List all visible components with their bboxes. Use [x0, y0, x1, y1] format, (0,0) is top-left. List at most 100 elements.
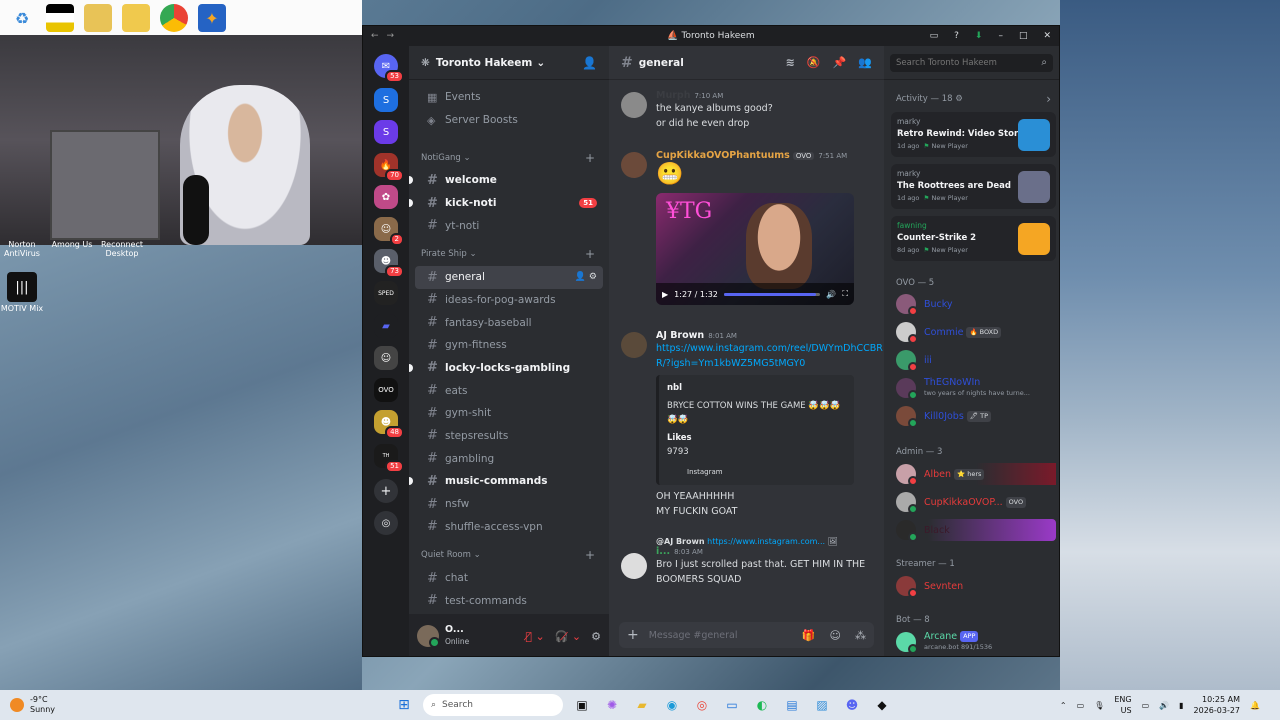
message-composer[interactable]: + Message #general 🎁 ☺ ⁂: [619, 622, 874, 648]
channel-settings-icon[interactable]: 👤 ⚙: [575, 272, 597, 282]
fullscreen-icon[interactable]: ⛶: [842, 289, 848, 299]
category-notigang[interactable]: NotiGang ⌄ +: [409, 146, 609, 169]
server-icon[interactable]: OVO: [374, 378, 398, 402]
volume-icon[interactable]: 🔊: [1159, 701, 1169, 710]
server-icon[interactable]: 🔥 70: [374, 153, 404, 182]
discover-icon[interactable]: ◎: [374, 511, 398, 535]
member-item[interactable]: iii: [896, 349, 1056, 372]
message-author[interactable]: AJ Brown: [656, 330, 704, 341]
chrome-icon[interactable]: [160, 4, 188, 32]
activity-card[interactable]: marky The Roottrees are Dead 1d ago ⚑ Ne…: [891, 164, 1056, 209]
emoji-icon[interactable]: ☺: [830, 629, 841, 642]
channel-fantasy-baseball[interactable]: # fantasy-baseball: [415, 311, 603, 334]
monitor-icon[interactable]: ▭: [1142, 701, 1150, 710]
search-input[interactable]: [890, 54, 1053, 72]
edge-icon[interactable]: ◉: [661, 694, 683, 716]
gift-icon[interactable]: 🎁: [802, 629, 816, 642]
forward-arrow-icon[interactable]: →: [387, 31, 395, 41]
channel-general[interactable]: # general 👤 ⚙: [415, 265, 603, 289]
maximize-button[interactable]: □: [1019, 31, 1028, 41]
message-author[interactable]: i...: [656, 546, 670, 557]
flag-icon[interactable]: [46, 4, 74, 32]
server-icon[interactable]: TH 51: [374, 444, 404, 473]
server-header[interactable]: ❋ Toronto Hakeem ⌄ 👤: [409, 46, 609, 80]
app-icon[interactable]: ◆: [871, 694, 893, 716]
channel-welcome[interactable]: # welcome: [409, 169, 603, 192]
pin-icon[interactable]: 📌: [833, 56, 847, 69]
task-view-icon[interactable]: ▣: [571, 694, 593, 716]
channel-yt-noti[interactable]: # yt-noti: [415, 214, 603, 237]
close-button[interactable]: ✕: [1043, 31, 1051, 41]
category-pirate-ship[interactable]: Pirate Ship ⌄ +: [409, 243, 609, 266]
discord-icon[interactable]: ☻: [841, 694, 863, 716]
taskbar-search[interactable]: ⌕ Search: [423, 694, 563, 716]
activity-header[interactable]: Activity — 18 ⚙ ›: [896, 92, 1053, 106]
activity-card[interactable]: fawning Counter-Strike 2 8d ago ⚑ New Pl…: [891, 216, 1056, 261]
chevron-right-icon[interactable]: ›: [1046, 92, 1051, 106]
play-icon[interactable]: ▶: [662, 290, 668, 299]
back-arrow-icon[interactable]: ←: [371, 31, 379, 41]
member-item[interactable]: Arcane APP arcane.bot 891/1536: [896, 631, 1056, 654]
apps-icon[interactable]: ⁂: [855, 629, 866, 642]
channel-eats[interactable]: # eats: [415, 379, 603, 402]
avatar[interactable]: [417, 625, 440, 648]
member-item[interactable]: Sevnten: [896, 575, 1056, 598]
recycle-bin-icon[interactable]: ♻: [8, 4, 36, 32]
server-icon[interactable]: S: [374, 120, 398, 144]
members-icon[interactable]: 👥: [858, 56, 872, 69]
channel-chat[interactable]: # chat: [415, 567, 603, 590]
avatar[interactable]: [621, 92, 647, 118]
member-item[interactable]: Kill0Jobs 🖊 TP: [896, 405, 1056, 428]
spotify-icon[interactable]: ◐: [751, 694, 773, 716]
video-attachment[interactable]: ¥TG ▶ 1:27 / 1:32 🔊 ⛶: [656, 193, 854, 305]
upload-plus-icon[interactable]: +: [627, 627, 639, 643]
server-icon[interactable]: ✿: [374, 185, 398, 209]
minimize-button[interactable]: –: [998, 31, 1003, 41]
folder-icon[interactable]: [122, 4, 150, 32]
start-icon[interactable]: ⊞: [393, 694, 415, 716]
message-author[interactable]: Murph: [656, 90, 690, 101]
user-info[interactable]: O... Online: [445, 624, 469, 648]
message-link[interactable]: https://www.instagram.com/reel/DWYmDhCCB…: [656, 341, 884, 371]
notifications-icon[interactable]: 🔔: [1250, 701, 1260, 710]
clock[interactable]: 10:25 AM 2026-03-27: [1194, 694, 1241, 716]
add-channel-icon[interactable]: +: [585, 247, 595, 261]
home-button[interactable]: ✉ 53: [374, 54, 404, 83]
photos-icon[interactable]: ▨: [811, 694, 833, 716]
category-quiet-room[interactable]: Quiet Room ⌄ +: [409, 544, 609, 567]
activity-card[interactable]: marky Retro Rewind: Video Store ... 1d a…: [891, 112, 1056, 157]
channel-test-commands[interactable]: # test-commands: [415, 589, 603, 612]
link-embed[interactable]: nbl BRYCE COTTON WINS THE GAME 🤯🤯🤯🤯🤯 Lik…: [656, 375, 854, 485]
server-icon[interactable]: ☺ 2: [374, 217, 404, 246]
channel-gym-fitness[interactable]: # gym-fitness: [415, 334, 603, 357]
member-item[interactable]: ThEGNoWIn two years of nights have turne.…: [896, 377, 1056, 400]
help-icon[interactable]: ?: [954, 31, 959, 41]
events-item[interactable]: ▦ Events: [415, 86, 603, 109]
gear-icon[interactable]: ⚙: [591, 630, 601, 643]
avatar[interactable]: [621, 553, 647, 579]
desktop-icon-reconnect[interactable]: Reconnect Desktop: [92, 240, 152, 258]
counter-strike-icon[interactable]: ✦: [198, 4, 226, 32]
chevron-up-icon[interactable]: ⌃: [1060, 701, 1067, 710]
volume-icon[interactable]: 🔊: [826, 290, 836, 299]
add-channel-icon[interactable]: +: [585, 548, 595, 562]
channel-kick-noti[interactable]: # kick-noti 51: [409, 192, 603, 215]
channel-gym-shit[interactable]: # gym-shit: [415, 402, 603, 425]
server-icon[interactable]: ☻ 48: [374, 410, 404, 439]
server-icon[interactable]: SPED: [374, 281, 398, 305]
server-icon[interactable]: ☺: [374, 346, 398, 370]
member-item[interactable]: Commie 🔥 BOXD: [896, 321, 1056, 344]
member-item[interactable]: Alben ⭐ hers: [896, 463, 1056, 486]
channel-locky-locks-gambling[interactable]: # locky-locks-gambling: [409, 357, 603, 380]
channel-shuffle-access-vpn[interactable]: # shuffle-access-vpn: [415, 515, 603, 538]
remote-desktop-icon[interactable]: ▭: [721, 694, 743, 716]
language-indicator[interactable]: ENG US: [1114, 694, 1131, 716]
copilot-icon[interactable]: ✺: [601, 694, 623, 716]
channel-nsfw[interactable]: # nsfw: [415, 493, 603, 516]
chrome-icon[interactable]: ◎: [691, 694, 713, 716]
download-icon[interactable]: ⬇: [975, 31, 983, 41]
mic-muted-icon[interactable]: 🎙̸ ⌄: [525, 630, 544, 643]
avatar[interactable]: [621, 152, 647, 178]
weather-widget[interactable]: -9°C Sunny: [10, 695, 55, 715]
deafen-icon[interactable]: 🎧̸ ⌄: [555, 630, 581, 643]
